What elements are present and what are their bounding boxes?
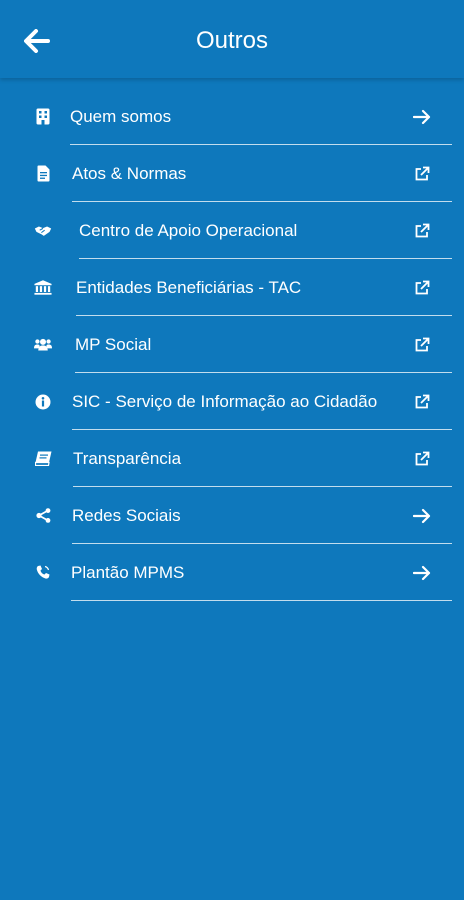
arrow-right-icon xyxy=(412,506,432,526)
phone-icon xyxy=(34,564,52,582)
menu-list: Quem somos Atos & Normas Centro de Apoio… xyxy=(0,88,464,601)
divider xyxy=(71,600,452,601)
building-icon xyxy=(34,108,52,126)
arrow-right-icon xyxy=(412,107,432,127)
menu-item-label: Transparência xyxy=(73,448,182,468)
external-link-icon xyxy=(412,221,432,241)
external-link-icon xyxy=(412,449,432,469)
book-icon xyxy=(34,450,52,468)
users-icon xyxy=(34,336,52,354)
menu-item-plantao-mpms[interactable]: Plantão MPMS xyxy=(0,544,464,601)
menu-item-transparencia[interactable]: Transparência xyxy=(0,430,464,487)
menu-item-label: Entidades Beneficiárias - TAC xyxy=(76,277,302,297)
menu-item-atos-normas[interactable]: Atos & Normas xyxy=(0,145,464,202)
menu-item-label: Quem somos xyxy=(70,106,172,126)
external-link-icon xyxy=(412,278,432,298)
menu-item-sic[interactable]: SIC - Serviço de Informação ao Cidadão xyxy=(0,373,464,430)
info-icon xyxy=(34,393,52,411)
external-link-icon xyxy=(412,392,432,412)
menu-item-mp-social[interactable]: MP Social xyxy=(0,316,464,373)
arrow-right-icon xyxy=(412,563,432,583)
menu-item-label: Plantão MPMS xyxy=(71,562,185,582)
document-icon xyxy=(34,165,52,183)
menu-item-label: Centro de Apoio Operacional xyxy=(79,220,298,240)
page-title: Outros xyxy=(195,27,269,54)
menu-item-entidades-tac[interactable]: Entidades Beneficiárias - TAC xyxy=(0,259,464,316)
handshake-icon xyxy=(34,222,52,240)
menu-item-label: MP Social xyxy=(75,334,152,354)
menu-item-label: Atos & Normas xyxy=(72,163,187,183)
app-bar: Outros xyxy=(0,0,464,78)
menu-item-label: SIC - Serviço de Informação ao Cidadão xyxy=(72,391,378,411)
menu-item-redes-sociais[interactable]: Redes Sociais xyxy=(0,487,464,544)
menu-item-centro-apoio[interactable]: Centro de Apoio Operacional xyxy=(0,202,464,259)
menu-item-quem-somos[interactable]: Quem somos xyxy=(0,88,464,145)
menu-item-label: Redes Sociais xyxy=(72,505,181,525)
external-link-icon xyxy=(412,164,432,184)
bank-icon xyxy=(34,279,52,297)
share-icon xyxy=(34,507,52,525)
external-link-icon xyxy=(412,335,432,355)
